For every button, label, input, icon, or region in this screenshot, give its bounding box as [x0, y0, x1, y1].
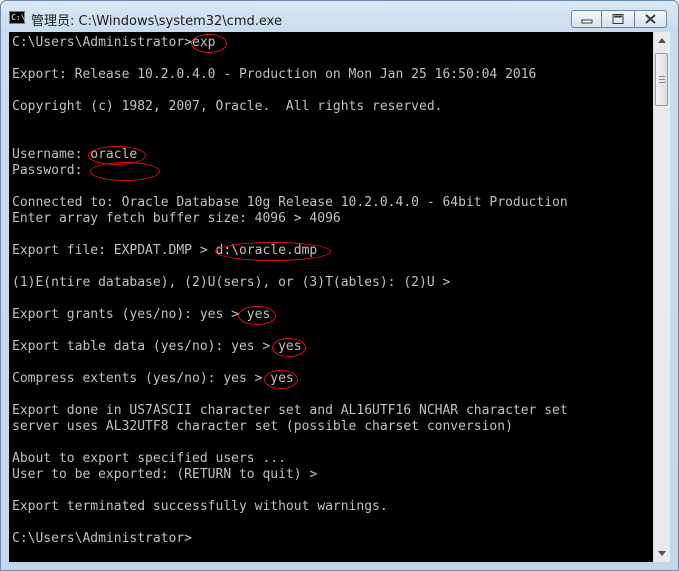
console-line: Compress extents (yes/no): yes > yes	[12, 371, 294, 386]
minimize-button[interactable]	[571, 10, 602, 28]
maximize-button[interactable]	[602, 10, 635, 28]
console-line: Export: Release 10.2.0.4.0 - Production …	[12, 67, 537, 82]
console-line: Password:	[12, 163, 83, 178]
console-line: Export grants (yes/no): yes > yes	[12, 307, 271, 322]
console-line: Export file: EXPDAT.DMP > d:\oracle.dmp	[12, 243, 318, 258]
grip-line	[659, 76, 665, 77]
console-line: C:\Users\Administrator>exp	[12, 35, 216, 50]
scrollbar-thumb[interactable]	[655, 53, 668, 106]
console-line: (1)E(ntire database), (2)U(sers), or (3)…	[12, 275, 451, 290]
console-output[interactable]: C:\Users\Administrator>exp Export: Releas…	[9, 32, 653, 562]
console-line: User to be exported: (RETURN to quit) >	[12, 467, 318, 482]
window-title: 管理员: C:\Windows\system32\cmd.exe	[31, 14, 282, 29]
arrow-down-icon	[658, 551, 666, 556]
console-line: C:\Users\Administrator>	[12, 531, 193, 546]
scroll-down-button[interactable]	[654, 545, 670, 562]
minimize-icon	[581, 19, 593, 24]
close-button[interactable]	[635, 10, 667, 28]
console-line: About to export specified users ...	[12, 451, 286, 466]
console-line: Connected to: Oracle Database 10g Releas…	[12, 195, 568, 210]
console-line: Enter array fetch buffer size: 4096 > 40…	[12, 211, 341, 226]
console-line: Export table data (yes/no): yes > yes	[12, 339, 302, 354]
console-line: Copyright (c) 1982, 2007, Oracle. All ri…	[12, 99, 443, 114]
grip-line	[659, 82, 665, 83]
close-icon	[645, 14, 656, 24]
title-bar[interactable]: C:\ 管理员: C:\Windows\system32\cmd.exe	[1, 1, 678, 33]
maximize-icon	[612, 14, 624, 24]
console-line: Export terminated successfully without w…	[12, 499, 388, 514]
scroll-up-button[interactable]	[654, 32, 670, 49]
console-line: server uses AL32UTF8 character set (poss…	[12, 419, 513, 434]
vertical-scrollbar[interactable]	[653, 32, 670, 562]
grip-line	[659, 79, 665, 80]
console-line: Username: oracle	[12, 147, 138, 162]
console-line: Export done in US7ASCII character set an…	[12, 403, 568, 418]
cmd-window: C:\ 管理员: C:\Windows\system32\cmd.exe C:\…	[0, 0, 679, 571]
input-highlight-ellipse	[90, 162, 160, 181]
arrow-up-icon	[658, 38, 666, 43]
cmd-app-icon[interactable]: C:\	[9, 11, 25, 24]
